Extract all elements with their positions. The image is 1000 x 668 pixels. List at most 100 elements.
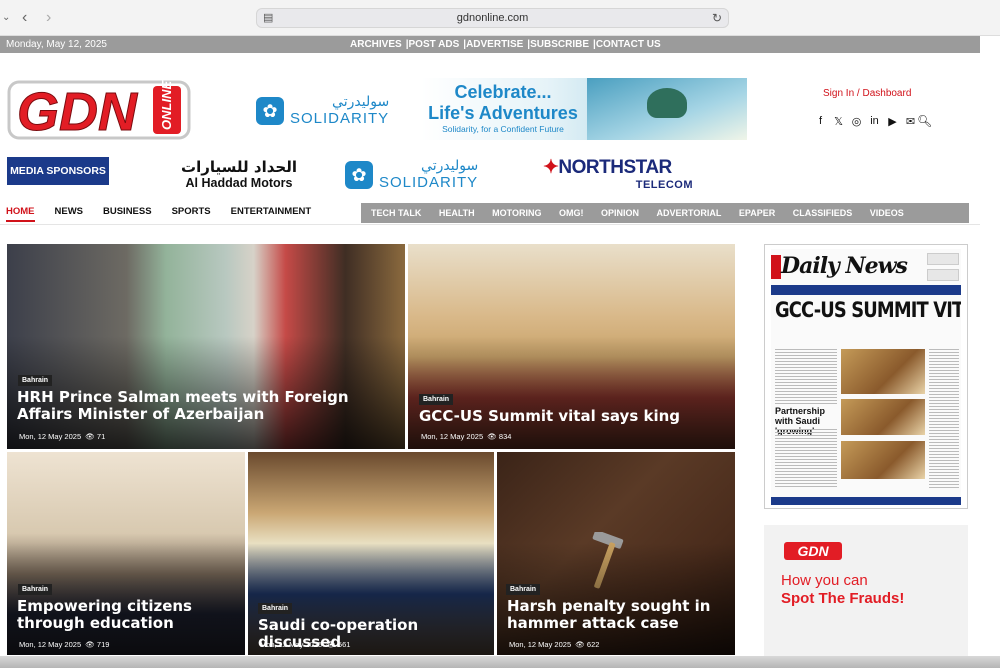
article-card[interactable]: Bahrain Saudi co-operation discussed Mon… [248,452,494,655]
article-meta: Mon, 12 May 2025 👁︎ 834 [421,432,511,441]
facebook-icon[interactable]: f [815,115,826,128]
nav-opinion[interactable]: OPINION [601,208,639,218]
view-count: 561 [337,640,351,649]
nav-epaper[interactable]: EPAPER [739,208,775,218]
article-card[interactable]: Bahrain Empowering citizens through educ… [7,452,245,655]
view-count: 622 [586,640,600,649]
back-icon[interactable]: ‹ [22,9,27,27]
article-meta: Mon, 12 May 2025 👁︎ 719 [19,640,109,649]
solidarity-banner-ad[interactable]: ✿ سوليدرتي SOLIDARITY Celebrate... Life'… [246,78,747,140]
solidarity-sponsor-logo[interactable]: ✿ سوليدرتي SOLIDARITY [345,158,478,191]
category-badge[interactable]: Bahrain [506,584,541,595]
article-meta: Mon, 12 May 2025 👁︎ 71 [19,432,105,441]
solidarity-ar: سوليدرتي [421,158,479,174]
advertise-link[interactable]: ADVERTISE [466,39,523,50]
banner-surf-image [587,78,747,140]
category-badge[interactable]: Bahrain [258,603,293,614]
social-links: f 𝕏 ◎ in ▶ ✉ [815,115,916,128]
linkedin-icon[interactable]: in [869,115,880,128]
nav-tech-talk[interactable]: TECH TALK [371,208,421,218]
eye-icon: 👁︎ [85,640,95,649]
nav-entertainment[interactable]: ENTERTAINMENT [231,206,312,222]
article-date: Mon, 12 May 2025 [19,432,82,441]
article-date: Mon, 12 May 2025 [509,640,572,649]
post-ads-link[interactable]: POST ADS [409,39,460,50]
article-card[interactable]: Bahrain HRH Prince Salman meets with For… [7,244,405,449]
eye-icon: 👁︎ [85,432,95,441]
article-meta: Mon, 12 May 2025 👁︎ 622 [509,640,599,649]
gdn-logo[interactable]: GDN ONLINE [7,80,191,143]
logo-text: GDN [17,82,138,140]
search-icon[interactable]: 🔍︎ [917,114,932,128]
category-badge[interactable]: Bahrain [419,394,454,405]
article-title[interactable]: Harsh penalty sought in hammer attack ca… [507,597,727,633]
nav-health[interactable]: HEALTH [439,208,475,218]
solidarity-mark-icon: ✿ [345,160,373,189]
window-bottom-edge [0,656,1000,668]
archives-link[interactable]: ARCHIVES [350,39,402,50]
banner-brand-ar: سوليدرتي [332,94,390,110]
nav-home[interactable]: HOME [6,206,35,222]
article-card[interactable]: Bahrain Harsh penalty sought in hammer a… [497,452,735,655]
chevron-down-icon[interactable]: ⌄ [2,12,10,23]
nav-advertorial[interactable]: ADVERTORIAL [657,208,722,218]
gulf-tag [771,255,781,279]
article-title[interactable]: HRH Prince Salman meets with Foreign Aff… [17,388,397,424]
email-icon[interactable]: ✉ [905,115,916,128]
instagram-icon[interactable]: ◎ [851,115,862,128]
view-count: 719 [96,640,110,649]
category-badge[interactable]: Bahrain [18,584,53,595]
gdn-badge: GDN [784,542,842,560]
northstar-logo[interactable]: ✦NORTHSTAR TELECOM [543,156,693,191]
haddad-en: Al Haddad Motors [185,176,293,190]
url-text: gdnonline.com [456,12,529,24]
current-date: Monday, May 12, 2025 [6,39,107,50]
page-settings-icon[interactable]: ▤ [263,9,273,28]
banner-headline: Celebrate... Life's Adventures [428,82,578,124]
x-icon[interactable]: 𝕏 [833,115,844,128]
article-date: Mon, 12 May 2025 [19,640,82,649]
divider [0,224,980,225]
nav-news[interactable]: NEWS [55,206,84,222]
article-title[interactable]: GCC-US Summit vital says king [419,407,729,425]
promo-line-2: Spot The Frauds! [781,590,905,607]
nav-omg[interactable]: OMG! [559,208,584,218]
al-haddad-motors-logo[interactable]: الحداد للسيارات Al Haddad Motors [180,158,298,190]
epaper-photo [841,441,925,479]
northstar-name: NORTHSTAR [558,157,672,178]
category-badge[interactable]: Bahrain [18,375,53,386]
signin-link[interactable]: Sign In / Dashboard [823,88,911,99]
solidarity-mark-icon: ✿ [256,96,284,125]
article-title[interactable]: Empowering citizens through education [17,597,237,633]
northstar-star-icon: ✦ [543,157,559,178]
logo-sub: ONLINE [159,81,174,130]
epaper-front-page[interactable]: Daily News GCC-US SUMMIT VITAL SAYS KING… [764,244,968,509]
article-card[interactable]: Bahrain GCC-US Summit vital says king Mo… [408,244,735,449]
view-count: 834 [498,432,512,441]
nav-videos[interactable]: VIDEOS [870,208,904,218]
eye-icon: 👁︎ [326,640,336,649]
solidarity-logo: ✿ سوليدرتي SOLIDARITY [256,94,389,127]
media-sponsors-label: MEDIA SPONSORS [7,157,109,185]
article-meta: Mon, 12 May 2025 👁︎ 561 [260,640,350,649]
banner-headline-2: Life's Adventures [428,103,578,123]
nav-sports[interactable]: SPORTS [172,206,211,222]
contact-us-link[interactable]: CONTACT US [596,39,661,50]
nav-motoring[interactable]: MOTORING [492,208,541,218]
browser-toolbar: ⌄ ‹ › ▤ gdnonline.com ↻ [0,0,1000,36]
secondary-nav: TECH TALK HEALTH MOTORING OMG! OPINION A… [361,203,969,223]
fraud-awareness-promo[interactable]: GDN How you can Spot The Frauds! [764,525,968,668]
youtube-icon[interactable]: ▶ [887,115,898,128]
reload-icon[interactable]: ↻ [712,9,722,28]
nav-classifieds[interactable]: CLASSIFIEDS [793,208,853,218]
eye-icon: 👁︎ [575,640,585,649]
view-count: 71 [96,432,106,441]
banner-brand-en: SOLIDARITY [290,110,390,127]
subscribe-link[interactable]: SUBSCRIBE [530,39,589,50]
epaper-masthead: Daily News [781,253,908,279]
address-bar[interactable]: ▤ gdnonline.com ↻ [256,8,729,28]
nav-business[interactable]: BUSINESS [103,206,152,222]
solidarity-en: SOLIDARITY [379,174,479,191]
forward-icon[interactable]: › [46,9,51,27]
banner-headline-1: Celebrate... [454,82,552,102]
